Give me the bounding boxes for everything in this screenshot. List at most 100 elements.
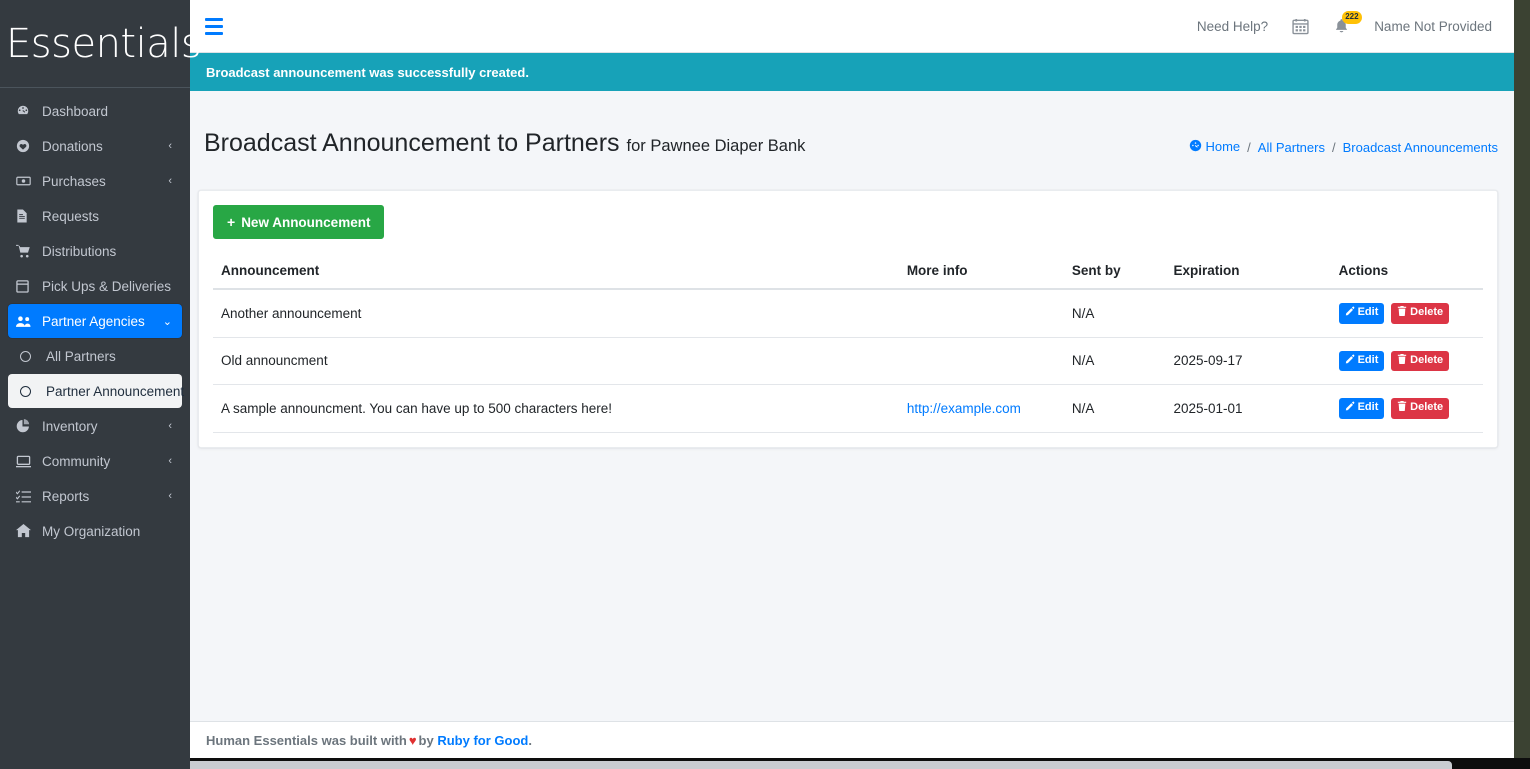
delete-label: Delete (1410, 353, 1444, 366)
sidebar-item-label: Donations (42, 138, 103, 154)
column-header-announcement: Announcement (213, 255, 899, 290)
sidebar-item-reports[interactable]: Reports ‹ (8, 479, 182, 513)
delete-button[interactable]: Delete (1391, 398, 1450, 419)
sidebar-item-community[interactable]: Community ‹ (8, 444, 182, 478)
sidebar-item-pick-ups-deliveries[interactable]: Pick Ups & Deliveries (8, 269, 182, 303)
calendar-icon (16, 279, 38, 293)
sidebar-item-label: All Partners (46, 348, 116, 364)
edit-button[interactable]: Edit (1338, 350, 1385, 371)
brand-logo[interactable]: Essentials (0, 0, 202, 88)
pencil-icon (1345, 306, 1355, 321)
sidebar-item-label: Pick Ups & Deliveries (42, 278, 172, 294)
dashboard-icon (16, 104, 38, 118)
sidebar-item-label: My Organization (42, 523, 141, 539)
sidebar-item-partner-agencies[interactable]: Partner Agencies ⌄ (8, 304, 182, 338)
breadcrumb-home-label: Home (1205, 138, 1241, 154)
cell-actions: Edit Delete (1330, 337, 1483, 385)
chevron-left-icon: ‹ (168, 140, 172, 152)
delete-button[interactable]: Delete (1391, 350, 1450, 371)
cell-announcement: Another announcement (213, 289, 899, 338)
sidebar-item-partner-announcement[interactable]: Partner Announcement (8, 374, 185, 408)
sidebar-item-label: Partner Agencies (42, 313, 145, 329)
chevron-left-icon: ‹ (168, 455, 172, 467)
main-area: Need Help? 222 Name Not Provided Broadca… (190, 0, 1514, 769)
table-body: Another announcement N/A Edit Delete Old… (213, 289, 1483, 433)
footer: Human Essentials was built with ♥ by Rub… (190, 721, 1514, 758)
chevron-down-icon: ⌄ (162, 315, 172, 328)
table-head: Announcement More info Sent by Expiratio… (213, 255, 1483, 290)
users-icon (16, 315, 38, 328)
browser-chrome-strip (0, 758, 1530, 769)
sidebar-item-label: Inventory (42, 418, 98, 434)
announcements-table: Announcement More info Sent by Expiratio… (213, 255, 1483, 433)
cell-more-info (898, 289, 1064, 338)
sidebar-item-distributions[interactable]: Distributions (8, 234, 182, 268)
trash-icon (1397, 306, 1407, 321)
sidebar-item-purchases[interactable]: Purchases ‹ (8, 164, 182, 198)
sidebar-item-donations[interactable]: Donations ‹ (8, 129, 182, 163)
cell-more-info (898, 337, 1064, 385)
column-header-actions: Actions (1330, 255, 1483, 290)
plus-icon: + (227, 214, 236, 230)
circle-icon (20, 350, 42, 362)
top-navbar: Need Help? 222 Name Not Provided (190, 0, 1514, 53)
sidebar-item-all-partners[interactable]: All Partners (8, 339, 182, 373)
edit-button[interactable]: Edit (1338, 398, 1385, 419)
chevron-left-icon: ‹ (168, 490, 172, 502)
edit-button[interactable]: Edit (1338, 303, 1385, 324)
delete-button[interactable]: Delete (1391, 303, 1450, 324)
breadcrumb-separator: / (1247, 139, 1251, 155)
browser-tabbar[interactable] (72, 761, 1452, 769)
sidebar-item-dashboard[interactable]: Dashboard (8, 94, 182, 128)
pencil-icon (1345, 401, 1355, 416)
calendar-icon[interactable] (1292, 18, 1309, 35)
footer-prefix: Human Essentials was built with (206, 732, 407, 748)
hamburger-icon[interactable] (202, 14, 228, 38)
need-help-link[interactable]: Need Help? (1197, 19, 1268, 34)
table-row: Old announcment N/A 2025-09-17 Edit Dele… (213, 337, 1483, 385)
footer-suffix: . (528, 732, 532, 748)
cell-sent-by: N/A (1063, 384, 1166, 433)
dashboard-icon (1189, 139, 1202, 155)
sidebar-item-requests[interactable]: Requests (8, 199, 182, 233)
sidebar-item-label: Partner Announcement (46, 383, 185, 399)
sidebar: Essentials Dashboard Donations ‹ Purchas… (0, 0, 202, 769)
brand-name: Essentials (6, 20, 202, 67)
table-row: A sample announcment. You can have up to… (213, 384, 1483, 433)
footer-middle: by (418, 732, 434, 748)
pencil-icon (1345, 354, 1355, 369)
app-window: Essentials Dashboard Donations ‹ Purchas… (0, 0, 1530, 769)
desktop-edge (1514, 0, 1530, 758)
sidebar-item-inventory[interactable]: Inventory ‹ (8, 409, 182, 443)
user-name[interactable]: Name Not Provided (1374, 19, 1492, 34)
cell-announcement: A sample announcment. You can have up to… (213, 384, 899, 433)
sidebar-item-label: Community (42, 453, 111, 469)
flash-text: Broadcast announcement was successfully … (206, 64, 529, 80)
bell-icon[interactable]: 222 (1333, 10, 1362, 35)
sidebar-item-label: Purchases (42, 173, 106, 189)
column-header-expiration: Expiration (1165, 255, 1331, 290)
heart-icon: ♥ (408, 732, 417, 748)
sidebar-item-my-organization[interactable]: My Organization (8, 514, 182, 548)
edit-label: Edit (1357, 401, 1379, 414)
ruby-for-good-link[interactable]: Ruby for Good (437, 733, 528, 748)
breadcrumb-all-partners[interactable]: All Partners (1258, 140, 1325, 155)
list-check-icon (16, 489, 38, 503)
page-title: Broadcast Announcement to Partners (204, 128, 620, 157)
sidebar-item-label: Reports (42, 488, 90, 504)
home-icon (16, 524, 38, 538)
table-row: Another announcement N/A Edit Delete (213, 289, 1483, 338)
cell-more-info: http://example.com (898, 384, 1064, 433)
cell-expiration (1165, 289, 1331, 338)
new-announcement-button[interactable]: + New Announcement (213, 205, 385, 239)
breadcrumb-home[interactable]: Home (1189, 139, 1240, 156)
more-info-link[interactable]: http://example.com (907, 401, 1021, 416)
money-bill-icon (16, 174, 38, 188)
heart-circle-icon (16, 139, 38, 153)
desktop-icon (16, 455, 38, 468)
cell-actions: Edit Delete (1330, 384, 1483, 433)
breadcrumb-separator: / (1331, 139, 1336, 155)
column-header-sent-by: Sent by (1063, 255, 1166, 290)
breadcrumb-current[interactable]: Broadcast Announcements (1343, 140, 1498, 155)
circle-icon (20, 385, 42, 397)
